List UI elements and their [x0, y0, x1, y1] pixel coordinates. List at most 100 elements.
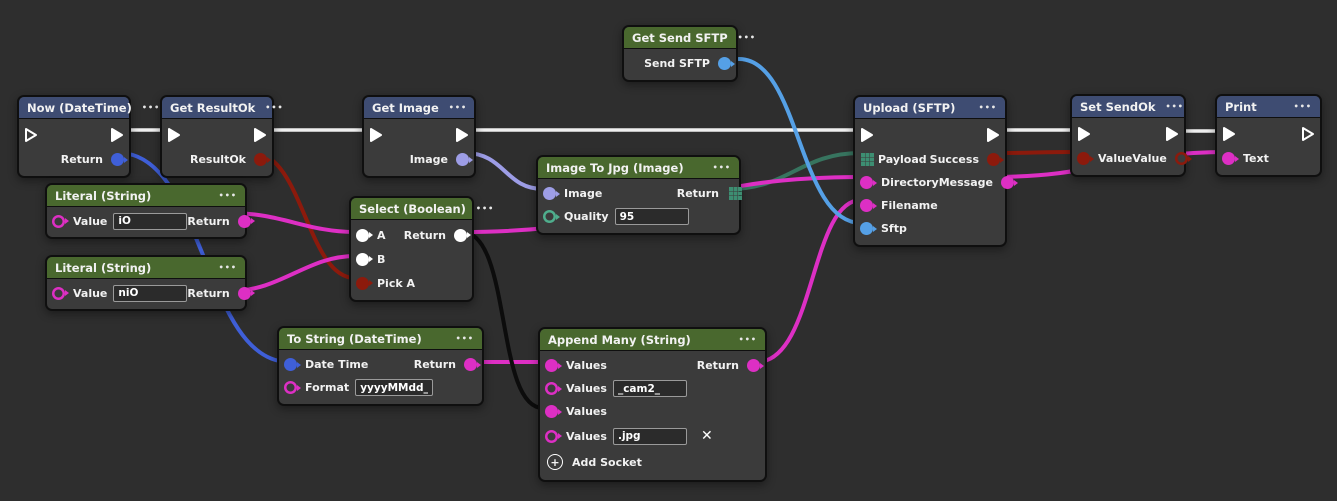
node-menu-icon[interactable]: •••	[219, 191, 237, 200]
add-socket-button[interactable]: + Add Socket	[547, 449, 758, 475]
node-upload-sftp[interactable]: Upload (SFTP)••• Payload Success Directo…	[853, 95, 1007, 247]
node-literal-string-bottom[interactable]: Literal (String)••• Value Return	[45, 255, 247, 311]
pin-label: Values	[566, 359, 607, 372]
values2-input-pin[interactable]	[545, 382, 558, 395]
sendsftp-output-pin[interactable]	[718, 57, 731, 70]
resultok-output-pin[interactable]	[254, 153, 267, 166]
b-input-pin[interactable]	[356, 253, 369, 266]
format-input-pin[interactable]	[284, 381, 297, 394]
return-output-pin[interactable]	[238, 215, 251, 228]
node-graph-canvas[interactable]: Now (DateTime)••• Return Get ResultOk•••…	[0, 0, 1337, 501]
wire-getimage-imagetojpg[interactable]	[465, 153, 543, 189]
pin-label: Pick A	[377, 277, 415, 290]
pin-label: Value	[73, 287, 107, 300]
pin-label: Values	[566, 382, 607, 395]
node-menu-icon[interactable]: •••	[738, 33, 756, 42]
wire-getsendsftp-upload-sftp[interactable]	[739, 59, 861, 223]
quality-field[interactable]	[615, 208, 689, 225]
exec-in-pin[interactable]	[1221, 125, 1237, 143]
node-select-boolean[interactable]: Select (Boolean)••• A Return B Pick A	[349, 196, 474, 302]
image-input-pin[interactable]	[543, 187, 556, 200]
datetime-input-pin[interactable]	[284, 358, 297, 371]
return-output-pin[interactable]	[464, 358, 477, 371]
return-output-pin[interactable]	[454, 229, 467, 242]
node-set-sendok[interactable]: Set SendOk••• Value Value	[1070, 94, 1186, 177]
node-menu-icon[interactable]: •••	[979, 103, 997, 112]
pin-label: Return	[697, 359, 739, 372]
node-image-to-jpg[interactable]: Image To Jpg (Image)••• Image Return Qua…	[536, 155, 741, 235]
node-title: Select (Boolean)	[359, 202, 466, 216]
directory-input-pin[interactable]	[860, 176, 873, 189]
node-menu-icon[interactable]: •••	[1166, 102, 1184, 111]
payload-bytes-input-pin[interactable]	[861, 153, 865, 157]
values1-input-pin[interactable]	[545, 359, 558, 372]
value-field[interactable]	[113, 213, 187, 230]
node-title: Now (DateTime)	[27, 101, 132, 115]
node-get-image[interactable]: Get Image••• Image	[362, 95, 476, 178]
exec-out-pin[interactable]	[252, 126, 268, 144]
exec-in-pin[interactable]	[166, 126, 182, 144]
picka-input-pin[interactable]	[356, 277, 369, 290]
a-input-pin[interactable]	[356, 229, 369, 242]
node-menu-icon[interactable]: •••	[1294, 102, 1312, 111]
pin-label: Success	[930, 153, 979, 166]
image-output-pin[interactable]	[456, 153, 469, 166]
value-input-pin[interactable]	[52, 215, 65, 228]
pin-label: Values	[566, 430, 607, 443]
return-output-pin[interactable]	[111, 153, 124, 166]
exec-out-pin[interactable]	[1300, 125, 1316, 143]
format-field[interactable]	[355, 379, 433, 396]
node-append-many-string[interactable]: Append Many (String)••• Values Return Va…	[538, 327, 767, 482]
value-field[interactable]	[113, 285, 187, 302]
values3-input-pin[interactable]	[545, 405, 558, 418]
node-literal-string-top[interactable]: Literal (String)••• Value Return	[45, 183, 247, 239]
text-input-pin[interactable]	[1222, 152, 1235, 165]
node-menu-icon[interactable]: •••	[713, 163, 731, 172]
exec-out-pin[interactable]	[985, 126, 1001, 144]
node-menu-icon[interactable]: •••	[456, 334, 474, 343]
pin-label: B	[377, 253, 385, 266]
pin-label: Return	[187, 287, 229, 300]
node-menu-icon[interactable]: •••	[142, 103, 160, 112]
wire-append-upload-filename[interactable]	[757, 200, 861, 362]
pin-label: Payload	[878, 153, 927, 166]
values4-field[interactable]	[613, 428, 687, 445]
node-to-string-datetime[interactable]: To String (DateTime)••• Date Time Return…	[277, 326, 484, 406]
exec-in-pin[interactable]	[23, 126, 39, 144]
remove-socket-icon[interactable]: ✕	[701, 429, 713, 443]
return-bytes-output-pin[interactable]	[729, 187, 733, 191]
node-menu-icon[interactable]: •••	[219, 263, 237, 272]
node-menu-icon[interactable]: •••	[265, 103, 283, 112]
exec-out-pin[interactable]	[454, 126, 470, 144]
message-output-pin[interactable]	[1001, 176, 1014, 189]
values2-field[interactable]	[613, 380, 687, 397]
node-menu-icon[interactable]: •••	[449, 103, 467, 112]
exec-in-pin[interactable]	[1076, 125, 1092, 143]
exec-in-pin[interactable]	[859, 126, 875, 144]
quality-input-pin[interactable]	[543, 210, 556, 223]
value-input-pin[interactable]	[52, 287, 65, 300]
sftp-input-pin[interactable]	[860, 222, 873, 235]
exec-out-pin[interactable]	[109, 126, 125, 144]
wire-literalbottom-select-b[interactable]	[231, 256, 355, 291]
exec-in-pin[interactable]	[368, 126, 384, 144]
pin-label: Value	[73, 215, 107, 228]
values4-input-pin[interactable]	[545, 430, 558, 443]
return-output-pin[interactable]	[238, 287, 251, 300]
pin-label: Return	[404, 229, 446, 242]
node-title: Image To Jpg (Image)	[546, 161, 684, 175]
node-print[interactable]: Print••• Text	[1215, 94, 1322, 177]
filename-input-pin[interactable]	[860, 199, 873, 212]
node-menu-icon[interactable]: •••	[476, 204, 494, 213]
pin-label: Sftp	[881, 222, 907, 235]
success-output-pin[interactable]	[987, 153, 1000, 166]
value-input-pin[interactable]	[1077, 152, 1090, 165]
node-now-datetime[interactable]: Now (DateTime)••• Return	[17, 95, 131, 178]
node-menu-icon[interactable]: •••	[739, 335, 757, 344]
exec-out-pin[interactable]	[1164, 125, 1180, 143]
node-get-resultok[interactable]: Get ResultOk••• ResultOk	[160, 95, 274, 178]
value-output-pin[interactable]	[1175, 152, 1188, 165]
pin-label: Return	[187, 215, 229, 228]
node-get-send-sftp[interactable]: Get Send SFTP••• Send SFTP	[622, 25, 738, 82]
return-output-pin[interactable]	[747, 359, 760, 372]
